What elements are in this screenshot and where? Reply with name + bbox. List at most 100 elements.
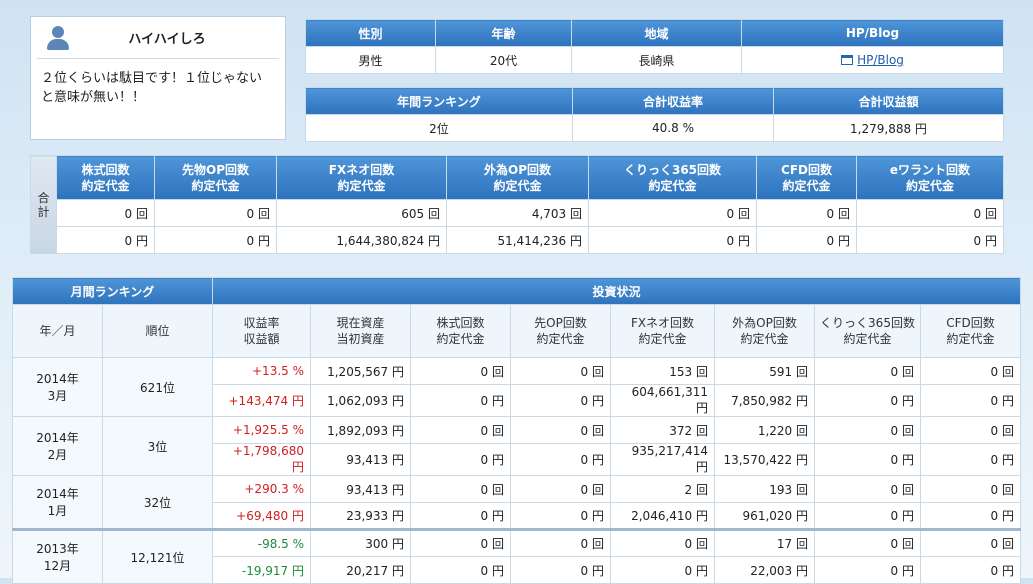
hp-blog-link[interactable]: HP/Blog (857, 53, 904, 67)
cell-top-1: 1,205,567 円 (310, 357, 411, 385)
cell-top-1: 93,413 円 (310, 475, 411, 503)
cell-bottom-0: +69,480 円 (212, 502, 311, 530)
cell-bottom-7: 0 円 (920, 502, 1021, 530)
cell-top-0: +1,925.5 % (212, 416, 311, 444)
info-region: 長崎県 (571, 46, 742, 74)
cell-bottom-5: 22,003 円 (714, 556, 815, 584)
info-header-gender: 性別 (305, 19, 436, 47)
cell-top-7: 0 回 (920, 416, 1021, 444)
cell-top-0: +13.5 % (212, 357, 311, 385)
cell-top-6: 0 回 (814, 529, 921, 557)
annual-header-rate: 合計収益率 (572, 87, 774, 115)
col-header-click365: くりっく365回数 約定代金 (814, 304, 921, 358)
year: 2014年 (36, 372, 79, 386)
cell-bottom-5: 961,020 円 (714, 502, 815, 530)
annual-amount: 1,279,888 円 (773, 114, 1004, 142)
cell-top-1: 1,892,093 円 (310, 416, 411, 444)
info-table: 性別 年齢 地域 HP/Blog 男性 20代 長崎県 HP/Blog (305, 19, 1004, 74)
totals-header-click365: くりっく365回数 約定代金 (588, 155, 757, 200)
cell-top-4: 2 回 (610, 475, 715, 503)
totals-count-cfd: 0 回 (756, 199, 857, 227)
cell-top-7: 0 回 (920, 357, 1021, 385)
table-row: 2014年 3月 621位 +13.5 % 1,205,567 円0 回0 回 153 回… (12, 357, 1021, 417)
annual-header-rank: 年間ランキング (305, 87, 573, 115)
totals-amount-futures-op: 0 円 (154, 226, 277, 254)
profile-name: ハイハイしろ (128, 32, 206, 47)
cell-bottom-6: 0 円 (814, 502, 921, 530)
col-header-yearmonth: 年／月 (12, 304, 103, 358)
year: 2013年 (36, 542, 79, 556)
col-header-op: 先OP回数 約定代金 (510, 304, 611, 358)
cell-top-6: 0 回 (814, 357, 921, 385)
cell-bottom-7: 0 円 (920, 443, 1021, 476)
cell-bottom-2: 0 円 (410, 384, 511, 417)
cell-bottom-2: 0 円 (410, 443, 511, 476)
link-icon (841, 55, 854, 65)
info-gender: 男性 (305, 46, 436, 74)
info-age: 20代 (435, 46, 572, 74)
totals-amount-fx-neo: 1,644,380,824 円 (276, 226, 447, 254)
totals-header-stock: 株式回数 約定代金 (56, 155, 155, 200)
cell-bottom-1: 20,217 円 (310, 556, 411, 584)
cell-top-5: 17 回 (714, 529, 815, 557)
cell-bottom-0: +143,474 円 (212, 384, 311, 417)
cell-bottom-7: 0 円 (920, 556, 1021, 584)
totals-side-label-1: 合 (37, 190, 50, 205)
totals-header-cfd: CFD回数 約定代金 (756, 155, 857, 200)
totals-header-fx-neo: FXネオ回数 約定代金 (276, 155, 447, 200)
cell-bottom-4: 604,661,311 円 (610, 384, 715, 417)
cell-top-4: 0 回 (610, 529, 715, 557)
totals-count-stock: 0 回 (56, 199, 155, 227)
month: 3月 (47, 389, 68, 403)
cell-bottom-3: 0 円 (510, 443, 611, 476)
cell-top-2: 0 回 (410, 529, 511, 557)
cell-top-6: 0 回 (814, 475, 921, 503)
col-header-return: 収益率 収益額 (212, 304, 311, 358)
table-row: 2014年 2月 3位 +1,925.5 % 1,892,093 円0 回0 回 372 … (12, 416, 1021, 476)
cell-top-2: 0 回 (410, 357, 511, 385)
cell-bottom-6: 0 円 (814, 556, 921, 584)
cell-bottom-4: 0 円 (610, 556, 715, 584)
totals-count-fx-neo: 605 回 (276, 199, 447, 227)
cell-bottom-3: 0 円 (510, 384, 611, 417)
info-header-age: 年齢 (435, 19, 572, 47)
year-month-cell: 2013年 12月 (12, 529, 103, 584)
cell-bottom-1: 93,413 円 (310, 443, 411, 476)
cell-bottom-4: 2,046,410 円 (610, 502, 715, 530)
col-header-assets: 現在資産 当初資産 (310, 304, 411, 358)
annual-rate: 40.8 % (572, 114, 774, 142)
profile-message: ２位くらいは駄目です！１位じゃない と意味が無い！！ (31, 59, 285, 117)
cell-top-5: 1,220 回 (714, 416, 815, 444)
cell-bottom-5: 7,850,982 円 (714, 384, 815, 417)
cell-bottom-0: +1,798,680 円 (212, 443, 311, 476)
month: 12月 (43, 559, 72, 573)
totals-side-label-2: 計 (37, 204, 50, 219)
totals-table: 合 計 株式回数 約定代金 先物OP回数 約定代金 FXネオ回数 約定代金 外為OP回… (30, 155, 1004, 254)
year: 2014年 (36, 487, 79, 501)
totals-side-label: 合 計 (30, 155, 57, 254)
annual-table: 年間ランキング 合計収益率 合計収益額 2位 40.8 % 1,279,888 … (305, 87, 1004, 142)
profile-message-line2: と意味が無い！！ (41, 90, 146, 105)
cell-bottom-5: 13,570,422 円 (714, 443, 815, 476)
col-header-fx-op: 外為OP回数 約定代金 (714, 304, 815, 358)
year-month-cell: 2014年 3月 (12, 357, 103, 417)
investment-status-header: 投資状況 (212, 277, 1021, 305)
totals-header-futures-op: 先物OP回数 約定代金 (154, 155, 277, 200)
cell-bottom-3: 0 円 (510, 556, 611, 584)
month: 2月 (47, 448, 68, 462)
annual-rank: 2位 (305, 114, 573, 142)
totals-amount-fx-op: 51,414,236 円 (446, 226, 589, 254)
month: 1月 (47, 504, 68, 518)
table-row: 2013年 12月 12,121位 -98.5 % 300 円0 回0 回0 回 17 回… (12, 529, 1021, 584)
cell-bottom-2: 0 円 (410, 502, 511, 530)
cell-top-3: 0 回 (510, 416, 611, 444)
cell-top-1: 300 円 (310, 529, 411, 557)
rank-cell: 12,121位 (102, 529, 213, 584)
cell-top-2: 0 回 (410, 416, 511, 444)
totals-header-ewarrant: eワラント回数 約定代金 (856, 155, 1004, 200)
cell-top-3: 0 回 (510, 357, 611, 385)
info-header-region: 地域 (571, 19, 742, 47)
cell-top-4: 372 回 (610, 416, 715, 444)
info-hp-cell: HP/Blog (741, 46, 1004, 74)
cell-bottom-1: 23,933 円 (310, 502, 411, 530)
